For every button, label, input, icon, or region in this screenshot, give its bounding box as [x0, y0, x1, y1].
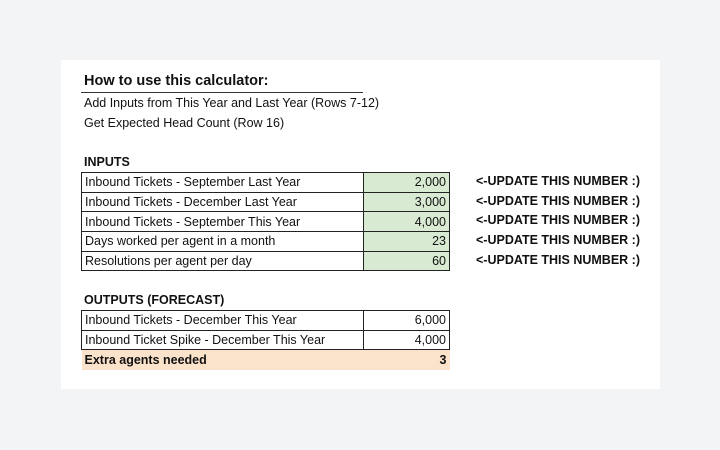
input-value-cell[interactable]: 23: [363, 231, 450, 252]
update-note[interactable]: <-UPDATE THIS NUMBER :): [476, 231, 640, 251]
output-label[interactable]: Inbound Ticket Spike - December This Yea…: [81, 329, 364, 351]
input-label[interactable]: Inbound Tickets - December Last Year: [81, 191, 364, 213]
update-note[interactable]: <-UPDATE THIS NUMBER :): [476, 192, 640, 212]
output-value-cell[interactable]: 4,000: [363, 329, 450, 351]
update-note[interactable]: <-UPDATE THIS NUMBER :): [476, 251, 640, 271]
input-label[interactable]: Resolutions per agent per day: [81, 250, 364, 272]
update-note[interactable]: <-UPDATE THIS NUMBER :): [476, 172, 640, 192]
output-label[interactable]: Inbound Tickets - December This Year: [81, 310, 364, 331]
input-value-cell[interactable]: 60: [363, 250, 450, 272]
howto-step-1: Add Inputs from This Year and Last Year …: [84, 96, 380, 110]
outputs-section-title: OUTPUTS (FORECAST): [84, 293, 225, 307]
outputs-table: Inbound Tickets - December This Year 6,0…: [81, 310, 450, 370]
input-row: Inbound Tickets - September This Year 4,…: [81, 211, 450, 233]
howto-underline: [81, 92, 363, 93]
input-value-cell[interactable]: 2,000: [363, 172, 450, 193]
input-value-cell[interactable]: 3,000: [363, 191, 450, 213]
extra-agents-row: Extra agents needed 3: [81, 349, 450, 370]
input-row: Resolutions per agent per day 60: [81, 250, 450, 272]
input-row: Inbound Tickets - September Last Year 2,…: [81, 172, 450, 193]
inputs-table: Inbound Tickets - September Last Year 2,…: [81, 172, 450, 272]
output-row: Inbound Ticket Spike - December This Yea…: [81, 329, 450, 351]
extra-agents-value[interactable]: 3: [363, 349, 450, 370]
howto-title: How to use this calculator:: [84, 73, 269, 89]
input-value-cell[interactable]: 4,000: [363, 211, 450, 233]
input-row: Days worked per agent in a month 23: [81, 231, 450, 252]
input-label[interactable]: Days worked per agent in a month: [81, 231, 364, 252]
howto-step-2: Get Expected Head Count (Row 16): [84, 116, 285, 130]
output-value-cell[interactable]: 6,000: [363, 310, 450, 331]
update-note[interactable]: <-UPDATE THIS NUMBER :): [476, 211, 640, 231]
extra-agents-label[interactable]: Extra agents needed: [81, 349, 364, 370]
input-label[interactable]: Inbound Tickets - September Last Year: [81, 172, 364, 193]
update-notes: <-UPDATE THIS NUMBER :) <-UPDATE THIS NU…: [476, 172, 640, 270]
output-row: Inbound Tickets - December This Year 6,0…: [81, 310, 450, 331]
input-row: Inbound Tickets - December Last Year 3,0…: [81, 191, 450, 213]
input-label[interactable]: Inbound Tickets - September This Year: [81, 211, 364, 233]
inputs-section-title: INPUTS: [84, 155, 130, 169]
